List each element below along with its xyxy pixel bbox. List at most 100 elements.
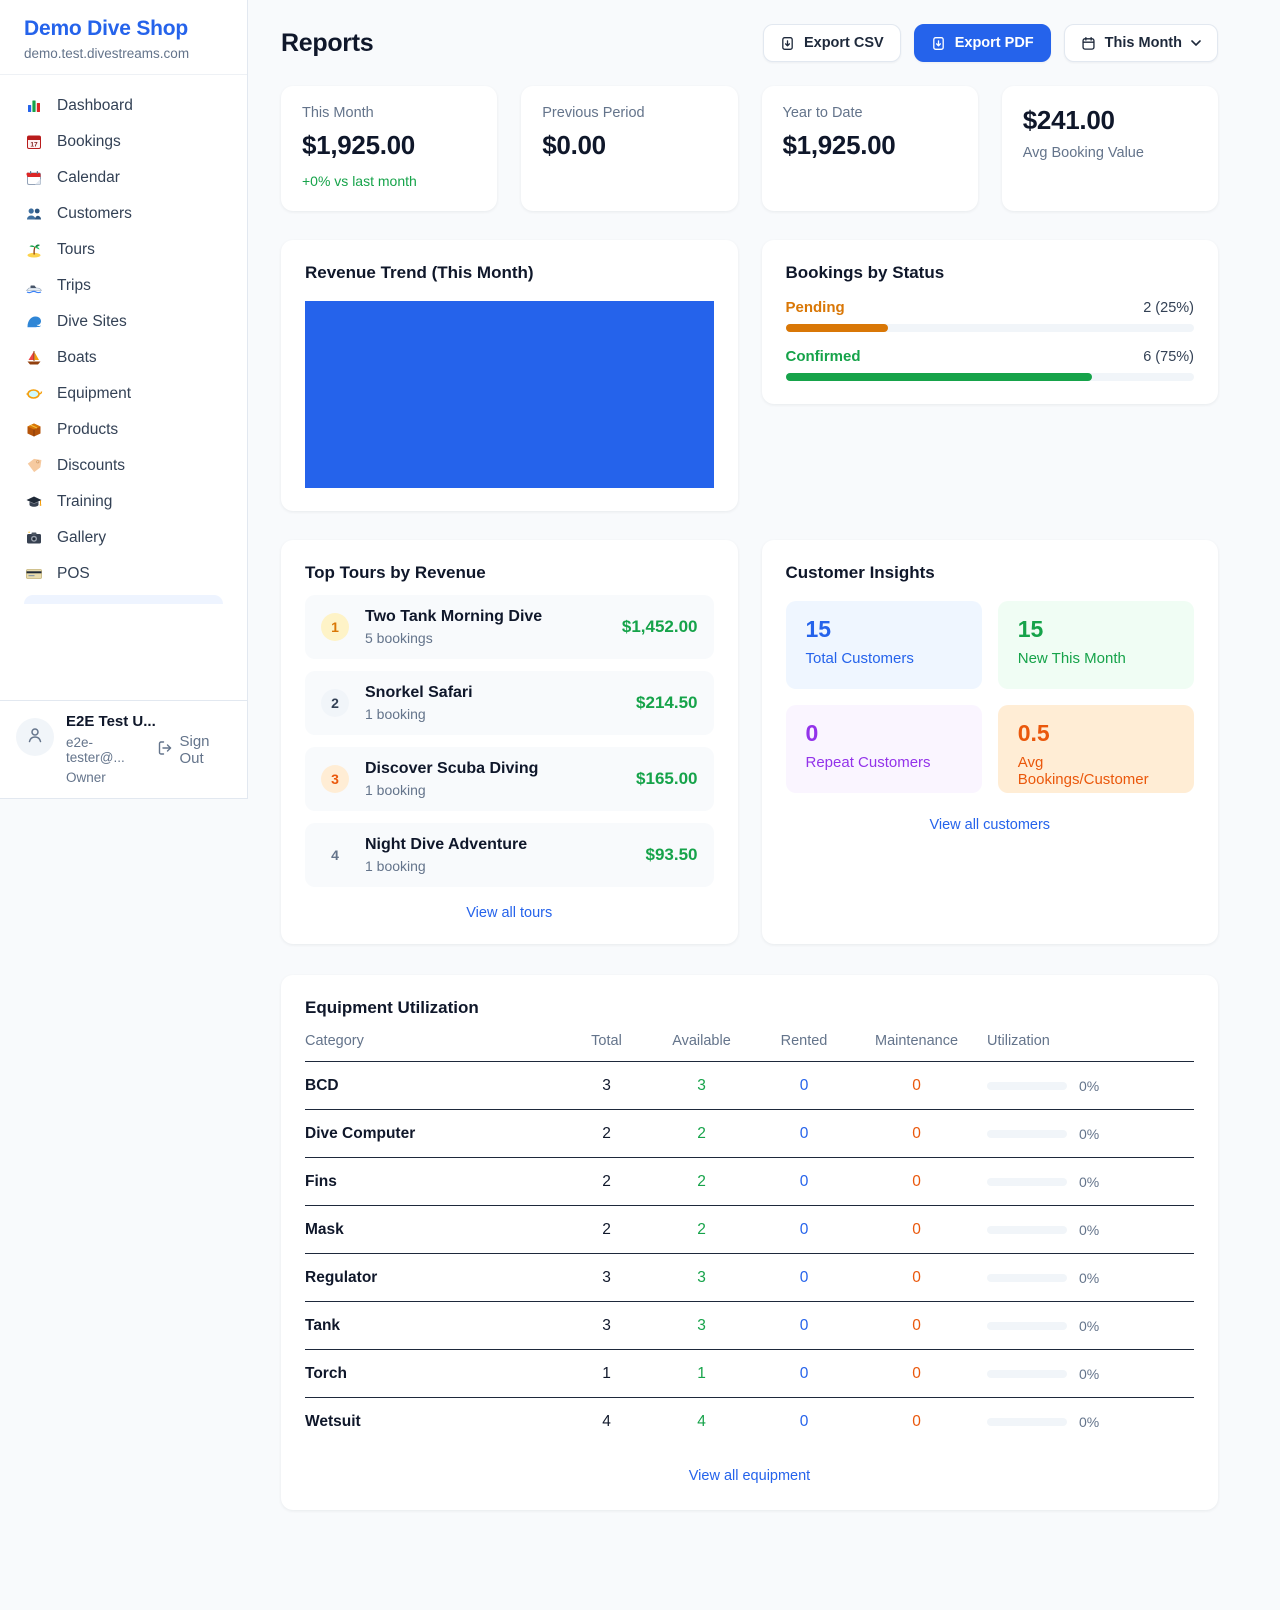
- sidebar-item-tours[interactable]: Tours: [12, 232, 235, 268]
- status-row-pending: Pending 2 (25%): [786, 299, 1195, 332]
- customer-insights-panel: Customer Insights 15 Total Customers 15 …: [762, 540, 1219, 944]
- sidebar: Demo Dive Shop demo.test.divestreams.com…: [0, 0, 248, 799]
- sidebar-item-boats[interactable]: Boats: [12, 340, 235, 376]
- export-pdf-button[interactable]: Export PDF: [914, 24, 1051, 62]
- panel-title: Customer Insights: [786, 563, 1195, 583]
- sidebar-item-label: Bookings: [57, 133, 121, 151]
- cell-maintenance: 0: [854, 1125, 979, 1143]
- insight-label: Total Customers: [806, 650, 962, 667]
- tour-item: 2 Snorkel Safari 1 booking $214.50: [305, 671, 714, 735]
- table-row: Fins 2 2 0 0 0%: [305, 1158, 1194, 1206]
- sidebar-item-label: Dashboard: [57, 97, 133, 115]
- sidebar-item-dashboard[interactable]: Dashboard: [12, 88, 235, 124]
- panel-title: Bookings by Status: [786, 263, 1195, 283]
- view-all-tours-link[interactable]: View all tours: [305, 905, 714, 921]
- stat-value: $1,925.00: [783, 130, 957, 161]
- cell-maintenance: 0: [854, 1221, 979, 1239]
- stat-label: Previous Period: [542, 105, 716, 121]
- rank-badge: 3: [321, 765, 349, 793]
- user-info: E2E Test U... e2e-tester@... Sign Out Ow…: [66, 713, 231, 785]
- sidebar-item-equipment[interactable]: Equipment: [12, 376, 235, 412]
- sidebar-item-label: Products: [57, 421, 118, 439]
- cell-total: 2: [564, 1173, 649, 1191]
- sidebar-item-pos[interactable]: POS: [12, 556, 235, 592]
- sidebar-item-calendar[interactable]: Calendar: [12, 160, 235, 196]
- view-all-customers-link[interactable]: View all customers: [786, 817, 1195, 833]
- brand-name: Demo Dive Shop: [24, 17, 223, 41]
- cell-rented: 0: [754, 1269, 854, 1287]
- table-row: Torch 1 1 0 0 0%: [305, 1350, 1194, 1398]
- tour-name: Discover Scuba Diving: [365, 760, 538, 778]
- cell-utilization: 0%: [979, 1126, 1194, 1142]
- sidebar-item-label: Discounts: [57, 457, 125, 475]
- sidebar-item-label: Dive Sites: [57, 313, 127, 331]
- utilization-track: [987, 1274, 1067, 1282]
- panel-title: Revenue Trend (This Month): [305, 263, 714, 283]
- user-email: e2e-tester@...: [66, 735, 145, 765]
- sailboat-icon: [24, 349, 44, 367]
- tour-item: 3 Discover Scuba Diving 1 booking $165.0…: [305, 747, 714, 811]
- sign-out-button[interactable]: Sign Out: [157, 733, 232, 767]
- view-all-equipment-link[interactable]: View all equipment: [305, 1468, 1194, 1484]
- cell-utilization: 0%: [979, 1270, 1194, 1286]
- cell-available: 2: [649, 1221, 754, 1239]
- stat-value: $0.00: [542, 130, 716, 161]
- cell-maintenance: 0: [854, 1173, 979, 1191]
- cell-total: 4: [564, 1413, 649, 1431]
- stat-value: $241.00: [1023, 105, 1197, 136]
- cell-available: 3: [649, 1077, 754, 1095]
- cell-category: Mask: [305, 1221, 564, 1239]
- table-row: Tank 3 3 0 0 0%: [305, 1302, 1194, 1350]
- utilization-percent: 0%: [1079, 1126, 1099, 1142]
- status-row-confirmed: Confirmed 6 (75%): [786, 348, 1195, 381]
- status-label: Pending: [786, 299, 845, 316]
- speedboat-icon: [24, 277, 44, 295]
- tour-bookings: 1 booking: [365, 858, 527, 874]
- user-role: Owner: [66, 770, 231, 785]
- column-header: Rented: [754, 1033, 854, 1049]
- cell-category: Dive Computer: [305, 1125, 564, 1143]
- panel-title: Top Tours by Revenue: [305, 563, 714, 583]
- cell-available: 2: [649, 1125, 754, 1143]
- utilization-percent: 0%: [1079, 1174, 1099, 1190]
- sidebar-item-customers[interactable]: Customers: [12, 196, 235, 232]
- person-icon: [25, 725, 45, 750]
- header-actions: Export CSV Export PDF This Month: [763, 24, 1218, 62]
- customers-icon: [24, 205, 44, 223]
- sidebar-item-reports-partial[interactable]: [24, 595, 223, 604]
- sidebar-item-discounts[interactable]: Discounts: [12, 448, 235, 484]
- tour-bookings: 5 bookings: [365, 630, 542, 646]
- sidebar-item-dive-sites[interactable]: Dive Sites: [12, 304, 235, 340]
- sidebar-item-label: Training: [57, 493, 112, 511]
- cell-rented: 0: [754, 1413, 854, 1431]
- sign-out-label: Sign Out: [180, 733, 232, 767]
- sidebar-item-trips[interactable]: Trips: [12, 268, 235, 304]
- cell-category: Fins: [305, 1173, 564, 1191]
- sidebar-item-gallery[interactable]: Gallery: [12, 520, 235, 556]
- sidebar-item-training[interactable]: Training: [12, 484, 235, 520]
- cell-maintenance: 0: [854, 1413, 979, 1431]
- column-header: Utilization: [979, 1033, 1194, 1049]
- cell-utilization: 0%: [979, 1174, 1194, 1190]
- user-name: E2E Test U...: [66, 713, 231, 730]
- sidebar-item-products[interactable]: Products: [12, 412, 235, 448]
- brand-domain: demo.test.divestreams.com: [24, 46, 223, 61]
- stat-card-avg-booking-value: $241.00 Avg Booking Value: [1002, 86, 1218, 211]
- credit-card-icon: [24, 565, 44, 583]
- utilization-percent: 0%: [1079, 1270, 1099, 1286]
- export-csv-button[interactable]: Export CSV: [763, 24, 901, 62]
- sidebar-item-label: Gallery: [57, 529, 106, 547]
- file-export-icon: [780, 36, 795, 51]
- sidebar-item-label: Calendar: [57, 169, 120, 187]
- cell-category: Torch: [305, 1365, 564, 1383]
- column-header: Maintenance: [854, 1033, 979, 1049]
- palm-island-icon: [24, 241, 44, 259]
- cell-available: 3: [649, 1317, 754, 1335]
- cell-rented: 0: [754, 1173, 854, 1191]
- sidebar-item-bookings[interactable]: 17 Bookings: [12, 124, 235, 160]
- brand-header: Demo Dive Shop demo.test.divestreams.com: [0, 0, 247, 75]
- utilization-percent: 0%: [1079, 1318, 1099, 1334]
- sidebar-nav: Dashboard 17 Bookings Calendar Customers…: [0, 75, 247, 604]
- period-selector[interactable]: This Month: [1064, 24, 1218, 62]
- rank-badge: 4: [321, 841, 349, 869]
